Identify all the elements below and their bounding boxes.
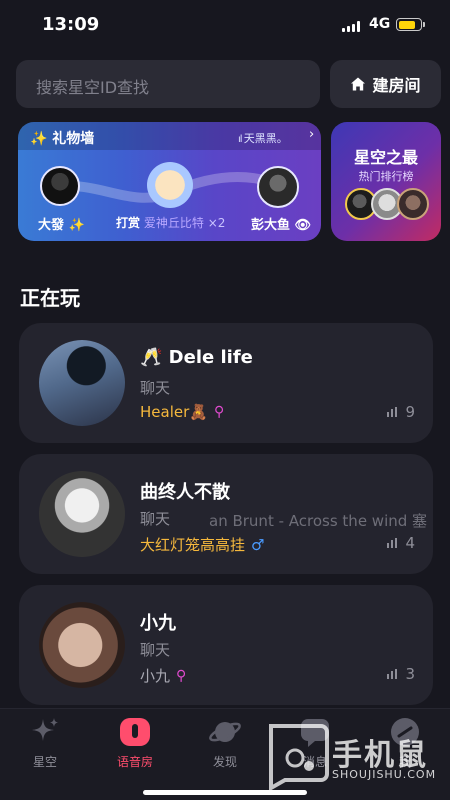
room-card[interactable]: 🥂 Dele life 聊天 Healer🧸 ⚲ 9 [19,323,433,443]
room-category: 聊天 [140,379,171,397]
gift-wall-ticker: ıl 天黑黑。 [238,132,288,145]
cupid-gift-icon [147,162,193,208]
room-avatar [39,471,125,557]
receiver-name: 彭大鱼 👁 [251,218,312,233]
tab-label: 发现 [212,755,237,769]
now-playing-marquee: an Brunt - Across the wind 塞 [209,512,428,530]
gift-verb: 打赏 [116,216,141,230]
listeners-icon [387,669,398,679]
count-value: 3 [405,665,415,683]
status-time: 13:09 [42,14,100,35]
room-card[interactable]: 曲终人不散 聊天 an Brunt - Across the wind 塞 大红… [19,454,433,574]
receiver-avatar[interactable] [257,166,299,208]
sparkle-icon [32,718,58,741]
gift-wall-card[interactable]: ✨ 礼物墙 ıl 天黑黑。 › 大發 ✨ 打赏 爱神丘比特 ×2 彭大鱼 👁 [18,122,321,241]
female-icon: ⚲ [176,667,187,684]
room-user-count: 9 [387,403,415,421]
room-name: 小九 [140,613,176,634]
tab-label: 语音房 [116,755,153,769]
chevron-right-icon[interactable]: › [309,127,314,142]
room-host: Healer🧸 ⚲ [140,403,224,421]
status-bar: 13:09 4G [0,0,450,50]
room-avatar [39,602,125,688]
host-name: 小九 [140,667,171,685]
listeners-icon [387,538,398,548]
ranking-card[interactable]: 星空之最 热门排行榜 [331,122,441,241]
signal-icon [342,20,360,32]
search-input[interactable]: 搜索星空ID查找 [16,60,320,108]
ranking-title: 星空之最 [353,148,418,167]
create-room-button[interactable]: 建房间 [330,60,441,108]
ranking-subtitle: 热门排行榜 [358,170,414,183]
gift-count: ×2 [207,216,226,230]
section-title: 正在玩 [20,286,80,310]
room-name: 曲终人不散 [140,482,230,503]
count-value: 9 [405,403,415,421]
tab-voice-room[interactable]: 语音房 [90,715,180,775]
host-name: Healer🧸 [140,403,208,421]
tab-xingkong[interactable]: 星空 [0,715,90,775]
gift-description: 打赏 爱神丘比特 ×2 [116,214,225,231]
sender-avatar[interactable] [40,166,80,206]
watermark-url: SHOUJISHU.COM [332,768,437,781]
gift-wall-title: ✨ 礼物墙 [30,131,95,147]
sender-name: 大發 ✨ [38,218,85,233]
count-value: 4 [405,534,415,552]
ranking-avatar [397,188,429,220]
battery-icon [396,18,425,31]
network-type: 4G [369,16,391,32]
house-icon [351,77,366,91]
gift-name: 爱神丘比特 [143,216,204,230]
create-room-label: 建房间 [372,76,421,95]
room-card[interactable]: 小九 聊天 小九 ⚲ 3 [19,585,433,705]
host-name: 大红灯笼高高挂 [140,536,246,554]
room-user-count: 4 [387,534,415,552]
listeners-icon [387,407,398,417]
voice-room-icon [120,718,150,746]
planet-icon [209,722,241,742]
room-avatar [39,340,125,426]
tab-discover[interactable]: 发现 [180,715,270,775]
room-name: 🥂 Dele life [140,347,253,368]
home-indicator[interactable] [143,790,307,795]
female-icon: ⚲ [213,404,225,420]
tab-label: 星空 [32,755,57,769]
room-host: 小九 ⚲ [140,665,186,686]
room-host: 大红灯笼高高挂 ♂ [140,534,264,555]
male-icon: ♂ [251,535,265,554]
room-category: 聊天 [140,510,171,528]
search-placeholder: 搜索星空ID查找 [36,78,150,97]
room-category: 聊天 [140,641,171,659]
room-user-count: 3 [387,665,415,683]
